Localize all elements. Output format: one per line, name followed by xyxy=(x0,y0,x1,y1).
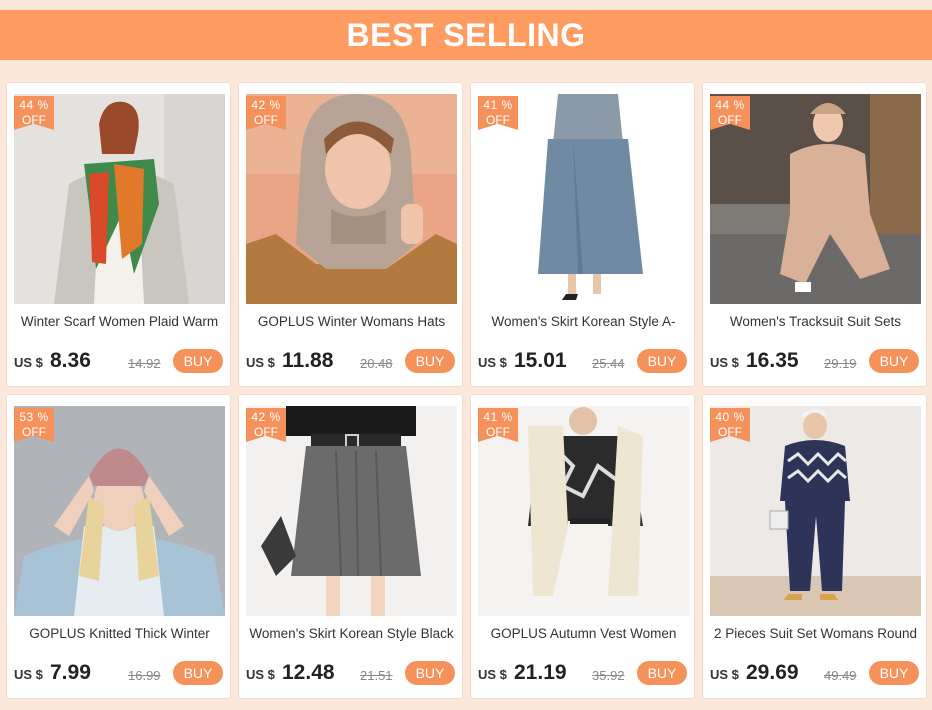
original-price: 35.92 xyxy=(592,668,625,683)
discount-percent: 41 % xyxy=(483,410,513,424)
price-row: US $ 16.35 29.19 BUY xyxy=(710,347,923,375)
buy-button[interactable]: BUY xyxy=(405,349,455,373)
product-card[interactable]: 44 % OFF Women's Tracksuit Suit Sets US … xyxy=(702,82,927,387)
original-price: 29.19 xyxy=(824,356,857,371)
product-image[interactable]: 41 % OFF xyxy=(478,94,689,304)
buy-button[interactable]: BUY xyxy=(405,661,455,685)
product-title[interactable]: Women's Skirt Korean Style A- xyxy=(475,314,692,332)
price-row: US $ 29.69 49.49 BUY xyxy=(710,659,923,687)
currency-label: US $ xyxy=(14,355,43,370)
original-price: 21.51 xyxy=(360,668,393,683)
original-price: 25.44 xyxy=(592,356,625,371)
product-card[interactable]: 42 % OFF GOPLUS Winter Womans Hats US $ … xyxy=(238,82,463,387)
discount-percent: 44 % xyxy=(19,98,49,112)
product-image[interactable]: 42 % OFF xyxy=(246,406,457,616)
discount-percent: 42 % xyxy=(251,98,281,112)
product-image[interactable]: 44 % OFF xyxy=(14,94,225,304)
product-image[interactable]: 44 % OFF xyxy=(710,94,921,304)
buy-button[interactable]: BUY xyxy=(637,349,687,373)
currency-label: US $ xyxy=(478,355,507,370)
product-price: 21.19 xyxy=(514,661,567,684)
product-card[interactable]: 44 % OFF Winter Scarf Women Plaid Warm U… xyxy=(6,82,231,387)
product-title[interactable]: Women's Skirt Korean Style Black xyxy=(243,626,460,644)
price-row: US $ 7.99 16.99 BUY xyxy=(14,659,227,687)
product-card[interactable]: 53 % OFF GOPLUS Knitted Thick Winter US … xyxy=(6,394,231,699)
product-image[interactable]: 40 % OFF xyxy=(710,406,921,616)
price-row: US $ 21.19 35.92 BUY xyxy=(478,659,691,687)
product-title[interactable]: GOPLUS Knitted Thick Winter xyxy=(11,626,228,644)
currency-label: US $ xyxy=(246,355,275,370)
product-title[interactable]: Winter Scarf Women Plaid Warm xyxy=(11,314,228,332)
product-price: 12.48 xyxy=(282,661,335,684)
banner-title: BEST SELLING xyxy=(346,16,586,53)
product-image[interactable]: 42 % OFF xyxy=(246,94,457,304)
product-price: 11.88 xyxy=(282,349,334,372)
discount-percent: 44 % xyxy=(715,98,745,112)
product-price: 15.01 xyxy=(514,349,567,372)
discount-percent: 41 % xyxy=(483,98,513,112)
price-row: US $ 15.01 25.44 BUY xyxy=(478,347,691,375)
price-row: US $ 8.36 14.92 BUY xyxy=(14,347,227,375)
product-title[interactable]: GOPLUS Autumn Vest Women xyxy=(475,626,692,644)
currency-label: US $ xyxy=(246,667,275,682)
product-image[interactable]: 53 % OFF xyxy=(14,406,225,616)
product-price: 16.35 xyxy=(746,349,799,372)
product-card[interactable]: 40 % OFF 2 Pieces Suit Set Womans Round … xyxy=(702,394,927,699)
currency-label: US $ xyxy=(14,667,43,682)
original-price: 14.92 xyxy=(128,356,161,371)
buy-button[interactable]: BUY xyxy=(869,349,919,373)
price-row: US $ 12.48 21.51 BUY xyxy=(246,659,459,687)
currency-label: US $ xyxy=(710,355,739,370)
product-card[interactable]: 42 % OFF Women's Skirt Korean Style Blac… xyxy=(238,394,463,699)
discount-percent: 42 % xyxy=(251,410,281,424)
buy-button[interactable]: BUY xyxy=(173,349,223,373)
product-title[interactable]: Women's Tracksuit Suit Sets xyxy=(707,314,924,332)
buy-button[interactable]: BUY xyxy=(869,661,919,685)
product-card[interactable]: 41 % OFF Women's Skirt Korean Style A- U… xyxy=(470,82,695,387)
original-price: 16.99 xyxy=(128,668,161,683)
discount-percent: 53 % xyxy=(19,410,49,424)
buy-button[interactable]: BUY xyxy=(173,661,223,685)
product-title[interactable]: 2 Pieces Suit Set Womans Round xyxy=(707,626,924,644)
original-price: 20.48 xyxy=(360,356,393,371)
product-grid: 44 % OFF Winter Scarf Women Plaid Warm U… xyxy=(6,82,928,704)
best-selling-banner: BEST SELLING xyxy=(0,10,932,60)
buy-button[interactable]: BUY xyxy=(637,661,687,685)
discount-percent: 40 % xyxy=(715,410,745,424)
product-title[interactable]: GOPLUS Winter Womans Hats xyxy=(243,314,460,332)
product-card[interactable]: 41 % OFF GOPLUS Autumn Vest Women US $ 2… xyxy=(470,394,695,699)
currency-label: US $ xyxy=(478,667,507,682)
product-price: 8.36 xyxy=(50,349,91,372)
original-price: 49.49 xyxy=(824,668,857,683)
product-price: 7.99 xyxy=(50,661,91,684)
currency-label: US $ xyxy=(710,667,739,682)
price-row: US $ 11.88 20.48 BUY xyxy=(246,347,459,375)
product-image[interactable]: 41 % OFF xyxy=(478,406,689,616)
product-price: 29.69 xyxy=(746,661,799,684)
